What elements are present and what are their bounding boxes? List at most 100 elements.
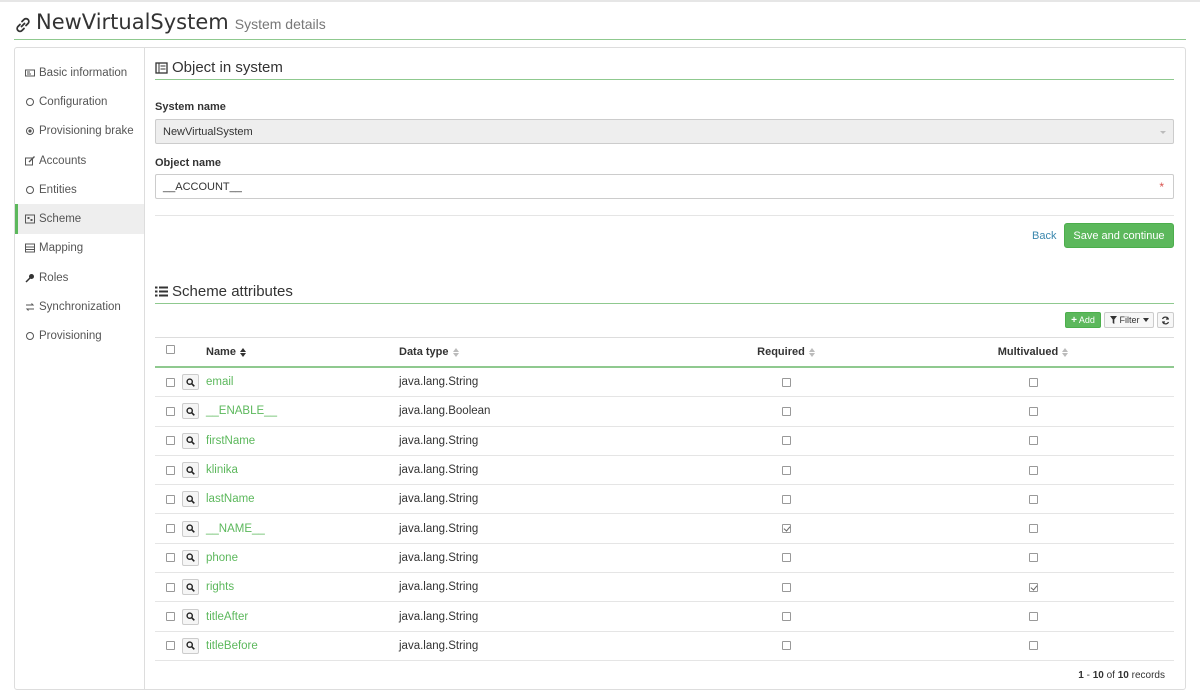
attribute-name-link[interactable]: __NAME__ <box>206 523 265 535</box>
table-row: email java.lang.String <box>155 368 1174 398</box>
row-checkbox[interactable] <box>166 641 175 651</box>
required-checkbox <box>781 524 791 534</box>
sidebar-item-configuration[interactable]: Configuration <box>15 87 144 116</box>
sidebar-item-label: Roles <box>39 271 69 284</box>
row-checkbox[interactable] <box>166 582 175 592</box>
row-select-cell <box>166 514 175 542</box>
row-type-cell: java.lang.String <box>399 602 478 630</box>
attribute-name-link[interactable]: lastName <box>206 493 255 505</box>
pagination-info: 1 - 10 of 10 records <box>1078 670 1165 681</box>
sidebar-item-basic-information[interactable]: Basic information <box>15 58 144 87</box>
row-detail-button[interactable] <box>182 462 199 479</box>
object-section-title-text: Object in system <box>172 59 283 76</box>
attribute-name-link[interactable]: titleAfter <box>206 611 248 623</box>
sidebar-item-accounts[interactable]: Accounts <box>15 146 144 175</box>
sidebar-item-label: Entities <box>39 183 77 196</box>
save-and-continue-button[interactable]: Save and continue <box>1064 223 1174 248</box>
row-detail-cell <box>182 602 199 630</box>
row-detail-cell <box>182 573 199 601</box>
multivalued-checkbox <box>1028 436 1038 446</box>
row-select-cell <box>166 485 175 513</box>
select-all-checkbox[interactable] <box>166 344 175 354</box>
caret-down-icon <box>1142 318 1149 322</box>
multivalued-checkbox <box>1028 553 1038 563</box>
row-checkbox[interactable] <box>166 377 175 387</box>
sort-icon <box>452 347 459 357</box>
add-label: Add <box>1078 315 1095 325</box>
sidebar-item-provisioning[interactable]: Provisioning <box>15 322 144 351</box>
row-checkbox[interactable] <box>166 494 175 504</box>
attribute-data-type: java.lang.String <box>399 376 479 389</box>
plus-icon: + <box>1071 314 1077 326</box>
row-type-cell: java.lang.String <box>399 632 478 660</box>
attribute-name-link[interactable]: rights <box>206 581 234 593</box>
refresh-button[interactable] <box>1157 312 1174 328</box>
row-checkbox[interactable] <box>166 524 175 534</box>
attribute-name-link[interactable]: __ENABLE__ <box>206 405 277 417</box>
row-checkbox[interactable] <box>166 436 175 446</box>
sidebar-item-label: Configuration <box>39 95 108 108</box>
column-name-header[interactable]: Name <box>206 338 246 366</box>
attribute-name-link[interactable]: titleBefore <box>206 640 258 652</box>
attribute-name-link[interactable]: email <box>206 376 233 388</box>
row-name-cell: rights <box>206 573 234 601</box>
row-checkbox[interactable] <box>166 553 175 563</box>
column-multivalued-header[interactable]: Multivalued <box>993 338 1073 366</box>
row-detail-button[interactable] <box>182 579 199 596</box>
record-icon <box>26 127 34 136</box>
row-multivalued-cell <box>993 544 1073 572</box>
attribute-name-link[interactable]: phone <box>206 552 238 564</box>
back-button[interactable]: Back <box>1032 230 1056 242</box>
row-detail-cell <box>182 632 199 660</box>
list-icon <box>155 286 168 297</box>
row-detail-button[interactable] <box>182 374 199 391</box>
column-required-header[interactable]: Required <box>753 338 819 366</box>
multivalued-checkbox <box>1028 524 1038 534</box>
row-multivalued-cell <box>993 632 1073 660</box>
add-button[interactable]: + Add <box>1065 312 1101 328</box>
page-records-label: records <box>1131 670 1165 681</box>
row-checkbox[interactable] <box>166 465 175 475</box>
table-row: __ENABLE__ java.lang.Boolean <box>155 397 1174 427</box>
object-icon <box>155 61 168 74</box>
circle-icon <box>26 185 34 194</box>
row-checkbox[interactable] <box>166 406 175 416</box>
object-name-field[interactable]: __ACCOUNT__ * <box>155 174 1174 199</box>
sidebar-item-synchronization[interactable]: Synchronization <box>15 292 144 321</box>
search-icon <box>186 495 195 504</box>
key-icon <box>25 273 34 283</box>
row-detail-button[interactable] <box>182 637 199 654</box>
row-multivalued-cell <box>993 514 1073 542</box>
object-section-title: Object in system <box>155 56 1174 80</box>
attribute-name-link[interactable]: klinika <box>206 464 238 476</box>
row-detail-button[interactable] <box>182 549 199 566</box>
attribute-data-type: java.lang.String <box>399 464 479 477</box>
required-checkbox <box>781 494 791 504</box>
row-detail-button[interactable] <box>182 608 199 625</box>
required-checkbox <box>781 436 791 446</box>
sort-asc-icon <box>239 347 246 357</box>
sidebar-item-entities[interactable]: Entities <box>15 175 144 204</box>
page-title: NewVirtualSystem <box>36 10 229 34</box>
row-required-cell <box>753 485 819 513</box>
search-icon <box>186 524 195 533</box>
row-detail-button[interactable] <box>182 491 199 508</box>
attribute-name-link[interactable]: firstName <box>206 435 255 447</box>
scheme-section-title: Scheme attributes <box>155 280 1174 304</box>
table-row: klinika java.lang.String <box>155 456 1174 486</box>
row-required-cell <box>753 397 819 425</box>
sidebar-item-scheme[interactable]: Scheme <box>15 204 144 234</box>
form-divider <box>155 215 1174 216</box>
table-row: titleBefore java.lang.String <box>155 632 1174 661</box>
sidebar: Basic information Configuration Provisio… <box>15 48 145 689</box>
filter-button[interactable]: Filter <box>1104 312 1154 328</box>
column-type-header[interactable]: Data type <box>399 338 459 366</box>
row-detail-button[interactable] <box>182 520 199 537</box>
sidebar-item-provisioning-brake[interactable]: Provisioning brake <box>15 117 144 146</box>
row-detail-button[interactable] <box>182 432 199 449</box>
sidebar-item-mapping[interactable]: Mapping <box>15 234 144 263</box>
sidebar-item-roles[interactable]: Roles <box>15 263 144 292</box>
row-detail-button[interactable] <box>182 403 199 420</box>
row-checkbox[interactable] <box>166 612 175 622</box>
system-name-select[interactable]: NewVirtualSystem <box>155 119 1174 144</box>
